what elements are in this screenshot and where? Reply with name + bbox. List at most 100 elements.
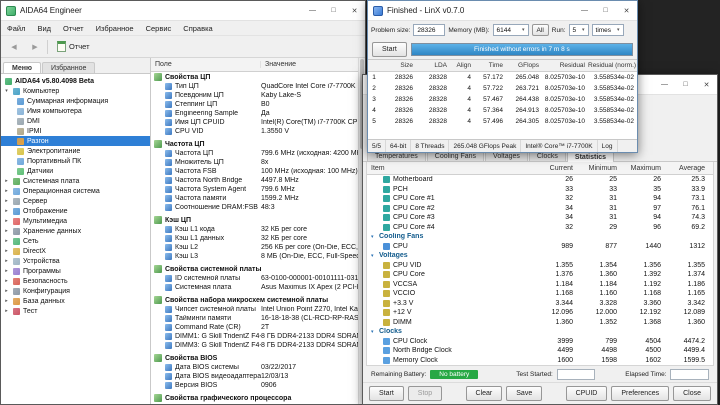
minimize-icon[interactable]: — xyxy=(654,75,675,94)
minimize-icon[interactable]: — xyxy=(574,1,595,20)
sidebar-item-network[interactable]: ▸ Сеть xyxy=(1,236,150,246)
log-button[interactable]: Log xyxy=(598,140,618,152)
close-button[interactable]: Close xyxy=(673,386,711,401)
report-button[interactable]: Отчет xyxy=(51,39,96,55)
sidebar-item-directx[interactable]: ▸ DirectX xyxy=(1,246,150,256)
stat-value: 4499.4 xyxy=(683,347,705,355)
sidebar-item-benchmark[interactable]: ▸ Тест xyxy=(1,306,150,316)
status-segment: 64-bit xyxy=(386,140,412,152)
linx-titlebar[interactable]: Finished - LinX v0.7.0 — □ ✕ xyxy=(368,1,637,21)
menu-item-5[interactable]: Справка xyxy=(177,24,218,33)
sidebar-item-database[interactable]: ▸ База данных xyxy=(1,296,150,306)
table-row[interactable]: Частота North Bridge 4497.8 MHz xyxy=(151,176,358,185)
sidebar-item-server[interactable]: ▸ Сервер xyxy=(1,196,150,206)
table-row[interactable]: Частота FSB 100 MHz (исходная: 100 MHz) xyxy=(151,167,358,176)
menu-item-2[interactable]: Отчет xyxy=(57,24,90,33)
stat-label: CPU Core #3 xyxy=(393,214,435,222)
table-row[interactable]: Системная плата Asus Maximus IX Apex (2 P… xyxy=(151,283,358,292)
table-row[interactable]: Множитель ЦП 8x xyxy=(151,158,358,167)
table-row[interactable]: Соотношение DRAM:FSB 48:3 xyxy=(151,203,358,212)
sidebar-item-ipmi[interactable]: IPMI xyxy=(1,126,150,136)
sidebar-item-overclock[interactable]: Разгон xyxy=(1,136,150,146)
table-row[interactable]: Чипсет системной платы Intel Union Point … xyxy=(151,305,358,314)
menu-item-4[interactable]: Сервис xyxy=(140,24,178,33)
menu-item-0[interactable]: Файл xyxy=(1,24,31,33)
sidebar-item-config[interactable]: ▸ Конфигурация xyxy=(1,286,150,296)
sidebar-item-computer-name[interactable]: Имя компьютера xyxy=(1,106,150,116)
table-row[interactable]: DIMM3: G Skill TridentZ F4-3...8 ГБ DDR4… xyxy=(151,341,358,350)
minimize-icon[interactable]: — xyxy=(302,1,323,20)
table-row[interactable]: Кэш L1 данных 32 КБ per core xyxy=(151,234,358,243)
table-row[interactable]: Дата BIOS системы 03/22/2017 xyxy=(151,363,358,372)
tab-favorites[interactable]: Избранное xyxy=(41,62,96,73)
sidebar-item-motherboard[interactable]: ▸ Системная плата xyxy=(1,176,150,186)
table-row[interactable]: Псевдоним ЦП Kaby Lake-S xyxy=(151,91,358,100)
back-icon[interactable]: ◀ xyxy=(5,39,23,55)
maximize-icon[interactable]: □ xyxy=(675,75,696,94)
menu-item-1[interactable]: Вид xyxy=(31,24,57,33)
stat-value: 25 xyxy=(609,176,617,184)
table-row[interactable]: Частота System Agent 799.6 MHz xyxy=(151,185,358,194)
battery-status-badge: No battery xyxy=(430,369,479,379)
field-icon xyxy=(165,364,172,371)
stat-value: 1.355 xyxy=(555,261,573,269)
sidebar-item-sensors[interactable]: Датчики xyxy=(1,166,150,176)
close-icon[interactable]: ✕ xyxy=(344,1,365,20)
aida-titlebar[interactable]: AIDA64 Engineer — □ ✕ xyxy=(1,1,365,21)
table-row[interactable]: Степпинг ЦП B0 xyxy=(151,100,358,109)
cpuid-button[interactable]: CPUID xyxy=(565,386,608,401)
field-cell: Псевдоним ЦП xyxy=(151,92,261,99)
sidebar-item-dmi[interactable]: DMI xyxy=(1,116,150,126)
save-button[interactable]: Save xyxy=(506,386,543,401)
field-cell: Чипсет системной платы xyxy=(151,306,261,313)
sidebar-item-devices[interactable]: ▸ Устройства xyxy=(1,256,150,266)
close-icon[interactable]: ✕ xyxy=(696,75,717,94)
sidebar-item-storage[interactable]: ▸ Хранение данных xyxy=(1,226,150,236)
problem-size-input[interactable]: 28326 xyxy=(413,24,446,36)
table-row[interactable]: DIMM1: G Skill TridentZ F4-3...8 ГБ DDR4… xyxy=(151,332,358,341)
sidebar-item-security[interactable]: ▸ Безопасность xyxy=(1,276,150,286)
table-row[interactable]: Command Rate (CR) 2T xyxy=(151,323,358,332)
stat-value: 26 xyxy=(565,176,573,184)
sidebar-item-programs[interactable]: ▸ Программы xyxy=(1,266,150,276)
sidebar-item-laptop[interactable]: Портативный ПК xyxy=(1,156,150,166)
table-row[interactable]: Кэш L3 8 МБ (On-Die, ECC, Full-Speed) xyxy=(151,252,358,261)
result-cell: 5 xyxy=(372,118,376,125)
table-row[interactable]: CPU VID 1.3550 V xyxy=(151,127,358,136)
start-button[interactable]: Start xyxy=(372,41,407,57)
table-row[interactable]: Тип ЦП QuadCore Intel Core i7-7700K xyxy=(151,82,358,91)
menu-item-3[interactable]: Избранное xyxy=(90,24,140,33)
tab-menu[interactable]: Меню xyxy=(3,62,41,73)
table-row[interactable]: Engineering Sample Да xyxy=(151,109,358,118)
sidebar-item-multimedia[interactable]: ▸ Мультимедиа xyxy=(1,216,150,226)
sidebar-item-os[interactable]: ▸ Операционная система xyxy=(1,186,150,196)
start-button[interactable]: Start xyxy=(369,386,404,401)
maximize-icon[interactable]: □ xyxy=(323,1,344,20)
table-row[interactable]: Имя ЦП CPUID Intel(R) Core(TM) i7-7700K C… xyxy=(151,118,358,127)
preferences-button[interactable]: Preferences xyxy=(611,386,670,401)
table-row[interactable]: Частота ЦП 799.6 MHz (исходная: 4200 MHz) xyxy=(151,149,358,158)
table-row[interactable]: ID системной платы 63-0100-000001-0010111… xyxy=(151,274,358,283)
all-memory-button[interactable]: All xyxy=(531,24,549,36)
sidebar-item-summary[interactable]: Суммарная информация xyxy=(1,96,150,106)
forward-icon[interactable]: ▶ xyxy=(26,39,44,55)
run-units-select[interactable]: times ▾ xyxy=(591,24,624,36)
close-icon[interactable]: ✕ xyxy=(616,1,637,20)
sidebar-item-computer[interactable]: ▾ Компьютер xyxy=(1,86,150,96)
table-row[interactable]: Дата BIOS видеоадаптера 12/03/13 xyxy=(151,372,358,381)
sidebar-item-power[interactable]: Электропитание xyxy=(1,146,150,156)
stop-button[interactable]: Stop xyxy=(407,386,443,401)
run-count-select[interactable]: 5 ▾ xyxy=(568,24,589,36)
maximize-icon[interactable]: □ xyxy=(595,1,616,20)
stat-item-cell: +3.3 V xyxy=(367,299,537,307)
table-row[interactable]: Версия BIOS 0906 xyxy=(151,381,358,390)
table-row[interactable]: Частота памяти 1599.2 MHz xyxy=(151,194,358,203)
chevron-right-icon: ▸ xyxy=(5,228,8,234)
table-row[interactable]: Кэш L1 кода 32 КБ per core xyxy=(151,225,358,234)
memory-select[interactable]: 6144 ▾ xyxy=(492,24,529,36)
statistics-column-headers: Item Current Minimum Maximum Average xyxy=(367,162,713,175)
clear-button[interactable]: Clear xyxy=(465,386,503,401)
table-row[interactable]: Кэш L2 256 КБ per core (On-Die, ECC, Full… xyxy=(151,243,358,252)
table-row[interactable]: Тайминги памяти 16-18-18-38 (CL-RCD-RP-RA… xyxy=(151,314,358,323)
sidebar-item-display[interactable]: ▸ Отображение xyxy=(1,206,150,216)
